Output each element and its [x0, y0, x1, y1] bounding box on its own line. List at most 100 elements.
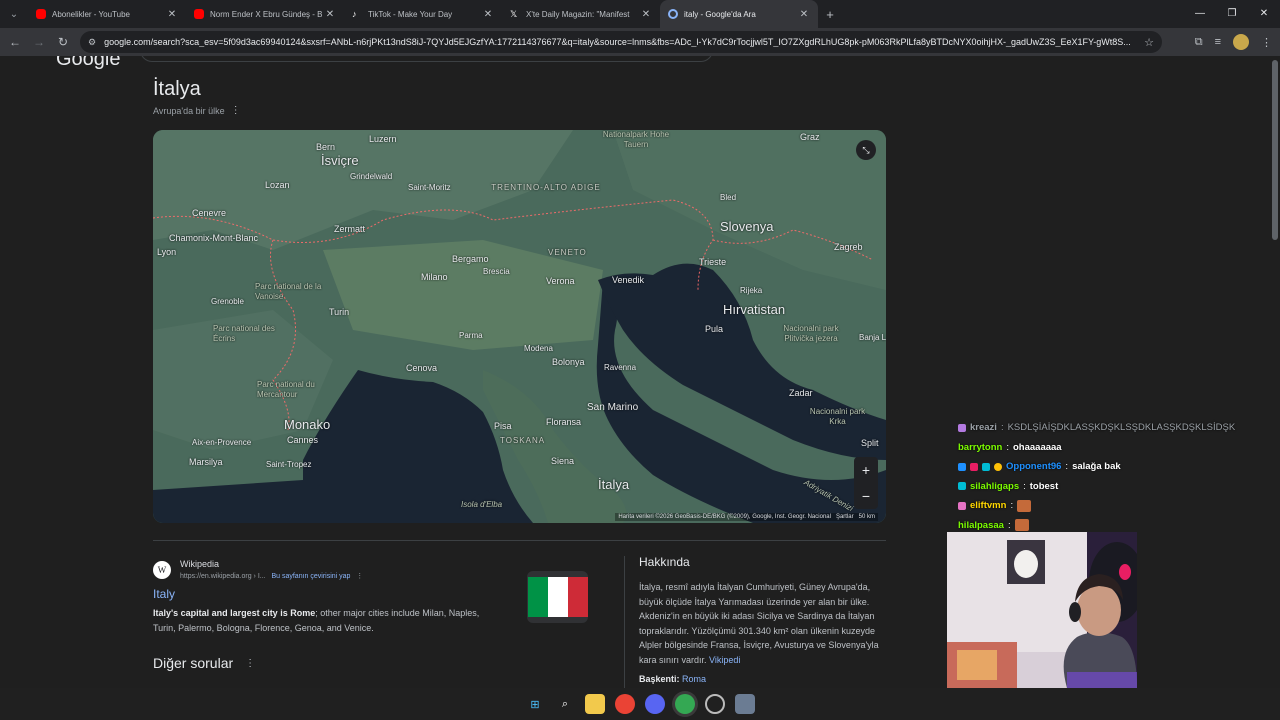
- map-label-mercantour[interactable]: Parc national du Mercantour: [257, 380, 327, 400]
- search-icon[interactable]: ⌕: [555, 694, 575, 714]
- wiki-result-link[interactable]: Italy: [153, 587, 175, 601]
- map-label-bern[interactable]: Bern: [316, 142, 335, 152]
- map-label-bolonya[interactable]: Bolonya: [552, 357, 585, 367]
- map-label-cannes[interactable]: Cannes: [287, 435, 318, 445]
- map-label-graz[interactable]: Graz: [800, 132, 820, 142]
- tab-search-menu-icon[interactable]: ⌄: [0, 0, 28, 28]
- map-label-monako[interactable]: Monako: [284, 417, 330, 432]
- map-label-saint-moritz[interactable]: Saint-Moritz: [408, 183, 451, 192]
- tab-google-italy[interactable]: italy - Google'da Ara ✕: [660, 0, 818, 28]
- map-label-luzern[interactable]: Luzern: [369, 134, 397, 144]
- map-label-venedik[interactable]: Venedik: [612, 275, 644, 285]
- map-label-cenevre[interactable]: Cenevre: [192, 208, 226, 218]
- calculator-icon[interactable]: [735, 694, 755, 714]
- close-icon[interactable]: ✕: [166, 9, 178, 20]
- map-label-vanoise[interactable]: Parc national de la Vanoise: [255, 282, 325, 302]
- map-label-split[interactable]: Split: [861, 438, 879, 448]
- site-info-icon[interactable]: ⚙: [88, 37, 96, 48]
- map-label-cenova[interactable]: Cenova: [406, 363, 437, 373]
- map-label-toskana[interactable]: TOSKANA: [500, 436, 545, 445]
- map-label-hohe-tauern[interactable]: Nationalpark Hohe Tauern: [601, 130, 671, 150]
- map-label-hirvatistan[interactable]: Hırvatistan: [723, 302, 785, 317]
- restore-icon[interactable]: ❐: [1216, 0, 1248, 28]
- map-label-slovenya[interactable]: Slovenya: [720, 219, 773, 234]
- back-button[interactable]: ←: [3, 35, 27, 49]
- close-icon[interactable]: ✕: [324, 9, 336, 20]
- discord-icon[interactable]: [645, 694, 665, 714]
- map-label-turin[interactable]: Turin: [329, 307, 349, 317]
- more-options-icon[interactable]: ⋮: [245, 658, 255, 669]
- vikipedi-link[interactable]: Vikipedi: [709, 655, 740, 665]
- address-bar[interactable]: ⚙ google.com/search?sca_esv=5f09d3ac6994…: [80, 31, 1162, 53]
- map-label-milano[interactable]: Milano: [421, 272, 448, 282]
- forward-button[interactable]: →: [27, 35, 51, 49]
- map-label-pisa[interactable]: Pisa: [494, 421, 512, 431]
- map-label-brescia[interactable]: Brescia: [483, 267, 510, 276]
- map-label-bergamo[interactable]: Bergamo: [452, 254, 489, 264]
- expand-map-icon[interactable]: ⤡: [856, 140, 876, 160]
- url-text[interactable]: google.com/search?sca_esv=5f09d3ac699401…: [104, 37, 1134, 47]
- media-controls-icon[interactable]: ≡: [1215, 36, 1221, 48]
- map-label-ravenna[interactable]: Ravenna: [604, 363, 636, 372]
- map-label-krka[interactable]: Nacionalni park Krka: [805, 407, 870, 427]
- map-label-rijeka[interactable]: Rijeka: [740, 286, 762, 295]
- map-label-zadar[interactable]: Zadar: [789, 388, 813, 398]
- wiki-source-name[interactable]: Wikipedia: [180, 559, 219, 569]
- wiki-url[interactable]: https://en.wikipedia.org › I...: [180, 573, 266, 580]
- map-label-lozan[interactable]: Lozan: [265, 180, 290, 190]
- map-label-marsilya[interactable]: Marsilya: [189, 457, 223, 467]
- map-label-banja[interactable]: Banja L: [859, 333, 886, 342]
- minimize-icon[interactable]: —: [1184, 0, 1216, 28]
- capital-value-link[interactable]: Roma: [682, 674, 706, 684]
- map-label-isvicre[interactable]: İsviçre: [321, 153, 359, 168]
- map-label-veneto[interactable]: VENETO: [548, 248, 587, 257]
- chrome-active-icon[interactable]: [675, 694, 695, 714]
- map-label-elba[interactable]: Isola d'Elba: [461, 500, 502, 509]
- map-terms-link[interactable]: Şartlar: [836, 514, 854, 520]
- file-explorer-icon[interactable]: [585, 694, 605, 714]
- map-label-lyon[interactable]: Lyon: [157, 247, 176, 257]
- chrome-icon[interactable]: [615, 694, 635, 714]
- map-label-chamonix[interactable]: Chamonix-Mont-Blanc: [169, 233, 258, 243]
- map-label-plitvice[interactable]: Nacionalni park Plitvička jezera: [771, 324, 851, 344]
- map-label-floransa[interactable]: Floransa: [546, 417, 581, 427]
- map-label-pula[interactable]: Pula: [705, 324, 723, 334]
- reload-button[interactable]: ↻: [51, 35, 75, 49]
- tab-x[interactable]: 𝕏 X'te Daily Magazin: "Manifest ✕: [502, 0, 660, 28]
- map-label-italya[interactable]: İtalya: [598, 477, 629, 492]
- app-icon[interactable]: [705, 694, 725, 714]
- translate-page-link[interactable]: Bu sayfanın çevirisini yap: [271, 573, 350, 580]
- tab-youtube-video[interactable]: Norm Ender X Ebru Gündeş - B ✕: [186, 0, 344, 28]
- map-label-zermatt[interactable]: Zermatt: [334, 224, 365, 234]
- close-icon[interactable]: ✕: [798, 9, 810, 20]
- map-label-zagreb[interactable]: Zagreb: [834, 242, 863, 252]
- close-window-icon[interactable]: ✕: [1248, 0, 1280, 28]
- tab-tiktok[interactable]: ♪ TikTok - Make Your Day ✕: [344, 0, 502, 28]
- map-label-saint-tropez[interactable]: Saint-Tropez: [266, 460, 312, 469]
- map-label-grenoble[interactable]: Grenoble: [211, 297, 244, 306]
- search-box-edge[interactable]: [140, 56, 713, 62]
- map-label-trieste[interactable]: Trieste: [699, 257, 726, 267]
- extensions-icon[interactable]: ⧉: [1195, 36, 1203, 49]
- map-label-siena[interactable]: Siena: [551, 456, 574, 466]
- profile-avatar[interactable]: [1233, 34, 1249, 50]
- more-menu-icon[interactable]: ⋮: [1261, 36, 1272, 49]
- close-icon[interactable]: ✕: [482, 9, 494, 20]
- map[interactable]: Bern Luzern İsviçre Grindelwald Lozan Ce…: [153, 130, 886, 523]
- more-options-icon[interactable]: ⋮: [231, 105, 241, 116]
- new-tab-button[interactable]: +: [818, 7, 842, 22]
- tab-youtube-subscriptions[interactable]: Abonelikler - YouTube ✕: [28, 0, 186, 28]
- close-icon[interactable]: ✕: [640, 9, 652, 20]
- zoom-in-button[interactable]: +: [854, 457, 878, 483]
- windows-start-icon[interactable]: ⊞: [525, 694, 545, 714]
- map-label-grindelwald[interactable]: Grindelwald: [350, 172, 392, 181]
- bookmark-star-icon[interactable]: ☆: [1144, 36, 1154, 49]
- map-label-ecrins[interactable]: Parc national des Écrins: [213, 324, 283, 344]
- map-label-bled[interactable]: Bled: [720, 193, 736, 202]
- result-more-icon[interactable]: ⋮: [356, 573, 363, 580]
- map-label-parma[interactable]: Parma: [459, 331, 483, 340]
- map-label-aix[interactable]: Aix-en-Provence: [192, 438, 251, 447]
- google-logo[interactable]: Google: [56, 56, 121, 71]
- zoom-out-button[interactable]: −: [854, 483, 878, 509]
- map-label-modena[interactable]: Modena: [524, 344, 553, 353]
